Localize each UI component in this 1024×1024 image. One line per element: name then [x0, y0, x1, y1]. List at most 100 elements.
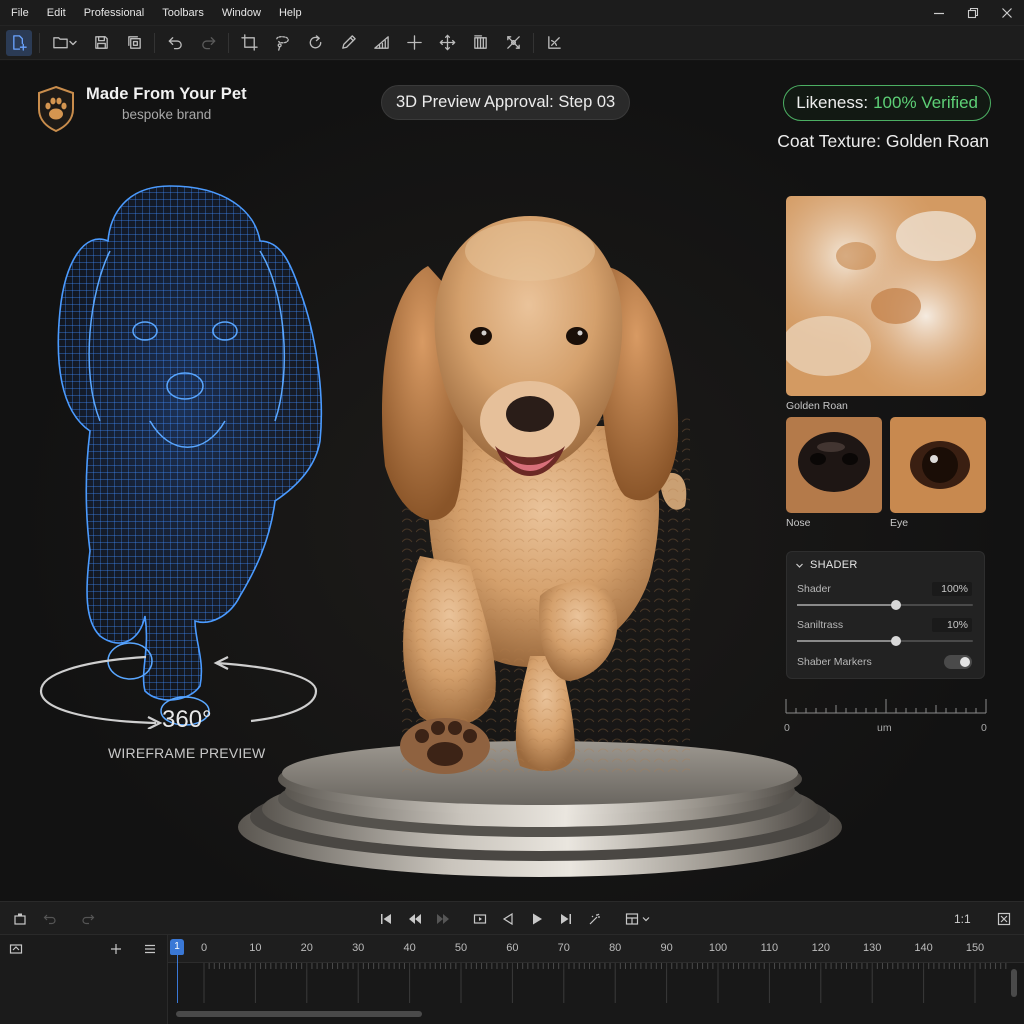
plus-icon	[111, 944, 121, 954]
undo-button[interactable]	[162, 30, 188, 56]
timeline-ruler[interactable]: 0 10 20 30 40 50 60 70 80 90 100 110 120 130 140 150	[168, 935, 1024, 963]
ruler-unit-label: um	[877, 722, 892, 734]
measure-icon	[373, 36, 389, 49]
fur-texture-image	[786, 196, 986, 396]
undo-icon	[43, 914, 56, 925]
snapshot-button[interactable]	[10, 909, 30, 929]
timeline-frame-label: 50	[454, 942, 468, 954]
lasso-tool-button[interactable]	[269, 30, 295, 56]
timeline-panel: 0 10 20 30 40 50 60 70 80 90 100 110 120 130 140 150 1	[0, 935, 1024, 1024]
go-to-start-button[interactable]	[376, 909, 396, 929]
move-icon	[439, 34, 455, 51]
timeline-frame-label: 130	[863, 942, 882, 954]
new-project-button[interactable]	[6, 29, 32, 56]
close-button[interactable]	[990, 0, 1024, 26]
edit-mode-icon	[547, 36, 561, 49]
zoom-level-label[interactable]: 1:1	[954, 912, 971, 926]
window-controls	[922, 0, 1024, 26]
menu-file[interactable]: File	[0, 0, 38, 26]
timeline-track-header	[0, 935, 168, 1024]
move-tool-button[interactable]	[434, 30, 460, 56]
menu-window[interactable]: Window	[213, 0, 270, 26]
loop-button[interactable]	[470, 909, 490, 929]
track-menu-button[interactable]	[140, 939, 160, 959]
shader-slider-thumb[interactable]	[890, 600, 901, 610]
menu-professional[interactable]: Professional	[75, 0, 154, 26]
approval-step-badge: 3D Preview Approval: Step 03	[381, 85, 631, 120]
nose-texture-swatch[interactable]	[786, 417, 882, 513]
redo-button[interactable]	[195, 30, 221, 56]
brand-name: Made From Your Pet	[86, 85, 247, 103]
redo-icon	[82, 914, 95, 925]
transform-tool-button[interactable]	[500, 30, 526, 56]
add-track-button[interactable]	[106, 939, 126, 959]
ruler-min-label: 0	[784, 722, 790, 734]
playhead-marker[interactable]: 1	[170, 939, 184, 955]
save-button[interactable]	[88, 30, 114, 56]
3d-viewport[interactable]: Made From Your Pet bespoke brand 3D Prev…	[0, 61, 1024, 901]
dog-3d-render[interactable]	[360, 176, 700, 776]
saniltrass-slider-fill	[797, 640, 896, 642]
coat-texture-swatch[interactable]	[786, 196, 986, 396]
brush-icon	[341, 35, 356, 49]
open-folder-button[interactable]	[47, 30, 81, 56]
measurement-ruler	[785, 699, 987, 714]
redo-icon	[201, 37, 215, 50]
timeline-horizontal-scrollbar[interactable]	[176, 1011, 422, 1017]
coat-texture-label: Coat Texture: Golden Roan	[777, 131, 989, 151]
menu-edit[interactable]: Edit	[38, 0, 75, 26]
chevron-down-icon	[796, 563, 803, 568]
measure-tool-button[interactable]	[368, 30, 394, 56]
copy-icon	[127, 36, 141, 49]
track-view-button[interactable]	[6, 939, 26, 959]
shader-panel-header[interactable]: SHADER	[795, 559, 858, 571]
eye-texture-swatch[interactable]	[890, 417, 986, 513]
save-icon	[94, 36, 108, 49]
brush-tool-button[interactable]	[335, 30, 361, 56]
fit-view-button[interactable]	[994, 909, 1014, 929]
toolbar-separator	[39, 32, 40, 53]
restore-button[interactable]	[956, 0, 990, 26]
eye-swatch-label: Eye	[890, 517, 909, 529]
chevron-down-icon	[68, 40, 77, 45]
rotate-tool-button[interactable]	[302, 30, 328, 56]
likeness-label: Likeness:	[796, 93, 869, 112]
crosshair-tool-button[interactable]	[401, 30, 427, 56]
layers-icon	[473, 35, 487, 49]
saniltrass-slider[interactable]	[797, 636, 973, 646]
step-back-icon	[502, 912, 513, 926]
edit-mode-button[interactable]	[541, 30, 567, 56]
playback-undo-button[interactable]	[40, 909, 60, 929]
shader-value-field[interactable]: 100%	[932, 582, 972, 596]
keyframe-icon	[589, 913, 600, 925]
rewind-button[interactable]	[405, 909, 425, 929]
shader-slider-fill	[797, 604, 896, 606]
playback-redo-button[interactable]	[78, 909, 98, 929]
timeline-vertical-scrollbar[interactable]	[1011, 969, 1017, 997]
main-toolbar	[0, 26, 1024, 60]
shader-panel-title: SHADER	[810, 559, 858, 571]
layers-tool-button[interactable]	[467, 30, 493, 56]
minimize-button[interactable]	[922, 0, 956, 26]
timeline-frame-label: 80	[609, 942, 622, 954]
view-layout-dropdown[interactable]	[620, 909, 654, 929]
play-button[interactable]	[527, 909, 547, 929]
fast-forward-button[interactable]	[433, 909, 453, 929]
timeline-tick-marks[interactable]	[168, 963, 1008, 1003]
menu-toolbars[interactable]: Toolbars	[153, 0, 213, 26]
step-back-button[interactable]	[498, 909, 518, 929]
shader-markers-toggle[interactable]	[944, 655, 972, 669]
shader-panel: SHADER Shader 100% Saniltrass 10% Shaber…	[786, 551, 985, 679]
menu-help[interactable]: Help	[270, 0, 311, 26]
shader-slider[interactable]	[797, 600, 973, 610]
crop-tool-button[interactable]	[236, 30, 262, 56]
saniltrass-slider-thumb[interactable]	[890, 636, 901, 646]
go-to-end-button[interactable]	[556, 909, 576, 929]
save-copy-button[interactable]	[121, 30, 147, 56]
shader-row-label: Shader	[797, 583, 831, 595]
keyframe-tool-button[interactable]	[585, 909, 605, 929]
timeline-frame-label: 90	[660, 942, 673, 954]
timeline-frame-label: 10	[249, 942, 262, 954]
saniltrass-value-field[interactable]: 10%	[932, 618, 972, 632]
toolbar-separator	[533, 32, 534, 53]
